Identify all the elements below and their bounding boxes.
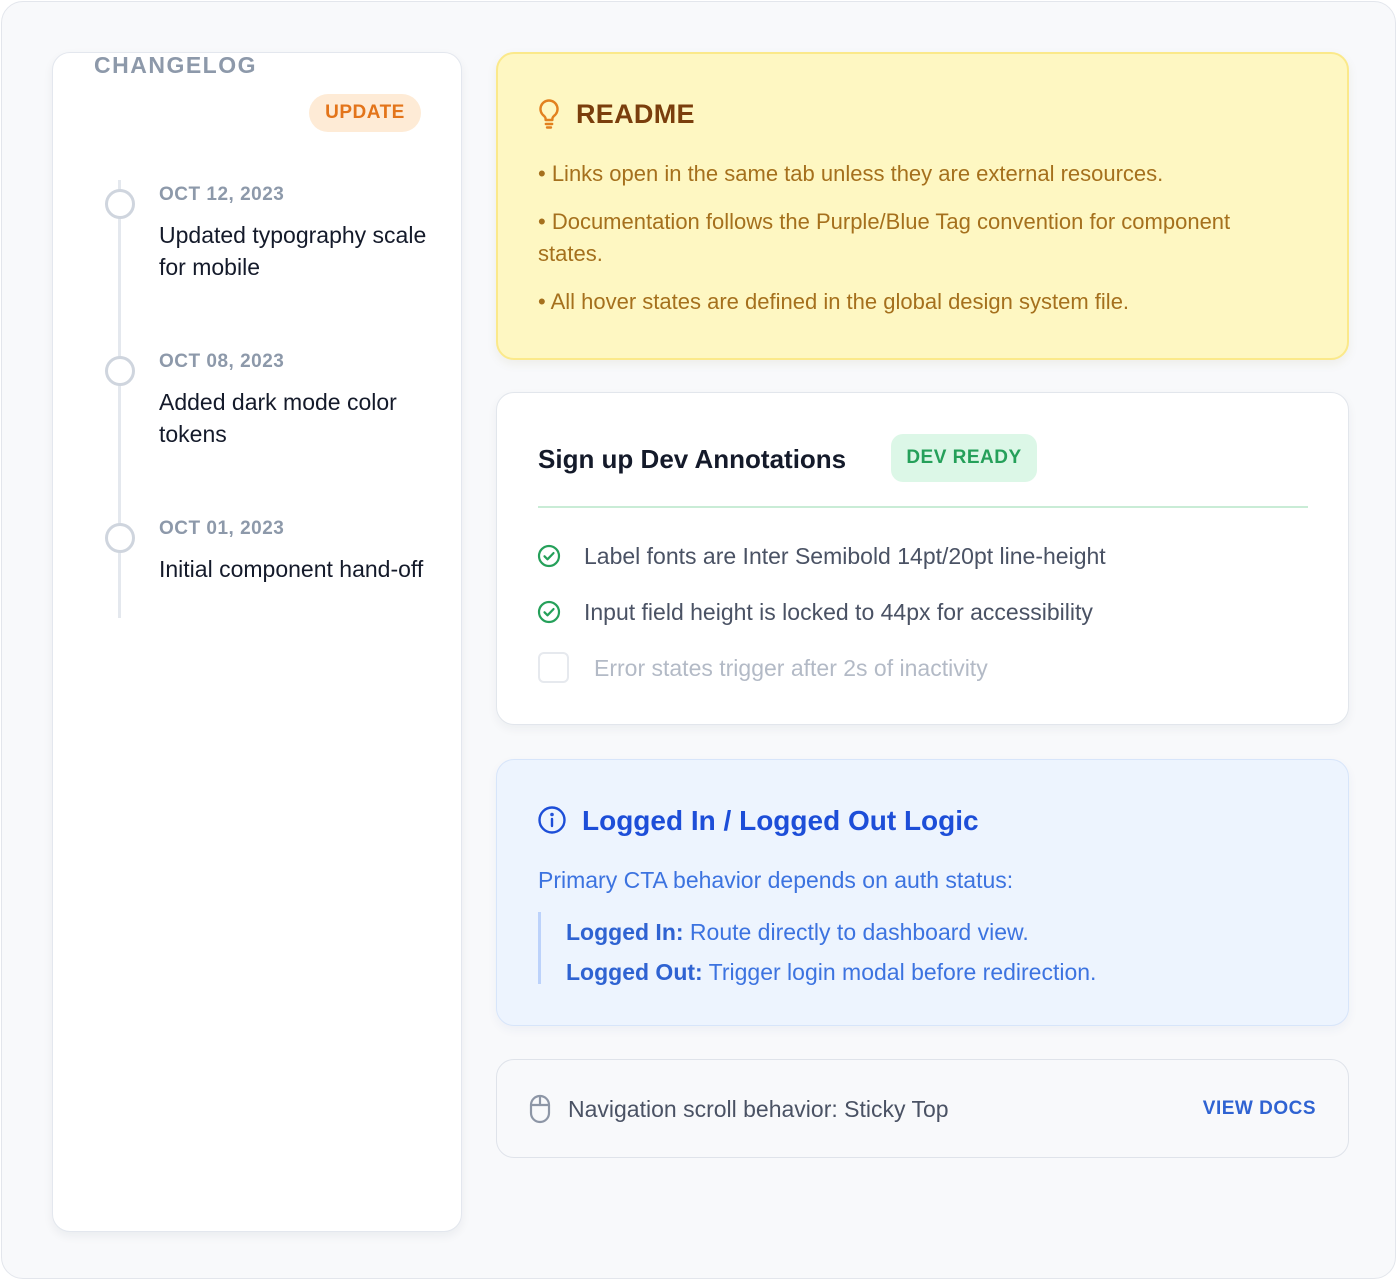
empty-checkbox[interactable]	[538, 652, 569, 683]
update-badge: UPDATE	[309, 94, 421, 132]
logic-rule: Logged Out: Trigger login modal before r…	[566, 952, 1238, 992]
readme-item: • Links open in the same tab unless they…	[538, 161, 1164, 186]
logic-rules: Logged In: Route directly to dashboard v…	[538, 912, 1238, 985]
info-icon	[537, 805, 567, 835]
divider	[538, 506, 1308, 508]
lightbulb-icon	[536, 98, 562, 130]
entry-text: Updated typography scale for mobile	[159, 222, 427, 280]
dev-ready-badge: DEV READY	[891, 434, 1037, 482]
timeline-dot	[105, 523, 135, 553]
dev-annotations-card: Sign up Dev Annotations DEV READY Label …	[496, 392, 1349, 725]
timeline-dot	[105, 356, 135, 386]
check-circle-icon	[537, 544, 561, 568]
changelog-title: CHANGELOG	[94, 52, 257, 78]
checklist-text: Label fonts are Inter Semibold 14pt/20pt…	[584, 543, 1106, 569]
view-docs-link[interactable]: VIEW DOCS	[1203, 1096, 1316, 1122]
readme-list: • Links open in the same tab unless they…	[538, 158, 1298, 334]
app-frame: CHANGELOG UPDATE OCT 12, 2023 Updated ty…	[1, 1, 1396, 1279]
entry-date: OCT 01, 2023	[159, 518, 285, 539]
checklist-item[interactable]: Label fonts are Inter Semibold 14pt/20pt…	[537, 539, 1297, 573]
scroll-behavior-bar: Navigation scroll behavior: Sticky Top V…	[496, 1059, 1349, 1158]
rule-text: Trigger login modal before redirection.	[702, 959, 1097, 985]
logic-title: Logged In / Logged Out Logic	[582, 805, 979, 836]
check-circle-icon	[537, 600, 561, 624]
checklist-item[interactable]: Input field height is locked to 44px for…	[537, 595, 1297, 629]
readme-item: • Documentation follows the Purple/Blue …	[538, 209, 1231, 266]
checklist-text: Error states trigger after 2s of inactiv…	[594, 655, 988, 681]
rule-text: Route directly to dashboard view.	[683, 919, 1029, 945]
timeline-dot	[105, 189, 135, 219]
logic-description: Primary CTA behavior depends on auth sta…	[538, 867, 1014, 893]
readme-item: • All hover states are defined in the gl…	[538, 289, 1130, 314]
entry-date: OCT 08, 2023	[159, 351, 285, 372]
checklist-item[interactable]: Error states trigger after 2s of inactiv…	[537, 651, 1297, 685]
rule-label: Logged In:	[566, 919, 684, 945]
scroll-behavior-text: Navigation scroll behavior: Sticky Top	[568, 1096, 949, 1122]
checklist-text: Input field height is locked to 44px for…	[584, 599, 1093, 625]
readme-title: README	[576, 99, 695, 129]
changelog-panel: CHANGELOG UPDATE OCT 12, 2023 Updated ty…	[52, 52, 462, 1232]
entry-text: Added dark mode color tokens	[159, 389, 397, 447]
auth-logic-card: Logged In / Logged Out Logic Primary CTA…	[496, 759, 1349, 1026]
readme-card: README • Links open in the same tab unle…	[496, 52, 1349, 360]
rule-label: Logged Out:	[566, 959, 703, 985]
mouse-icon	[529, 1094, 551, 1124]
dev-annotations-title: Sign up Dev Annotations	[538, 444, 847, 474]
logic-rule: Logged In: Route directly to dashboard v…	[566, 912, 1238, 952]
entry-text: Initial component hand-off	[159, 556, 424, 582]
entry-date: OCT 12, 2023	[159, 184, 285, 205]
